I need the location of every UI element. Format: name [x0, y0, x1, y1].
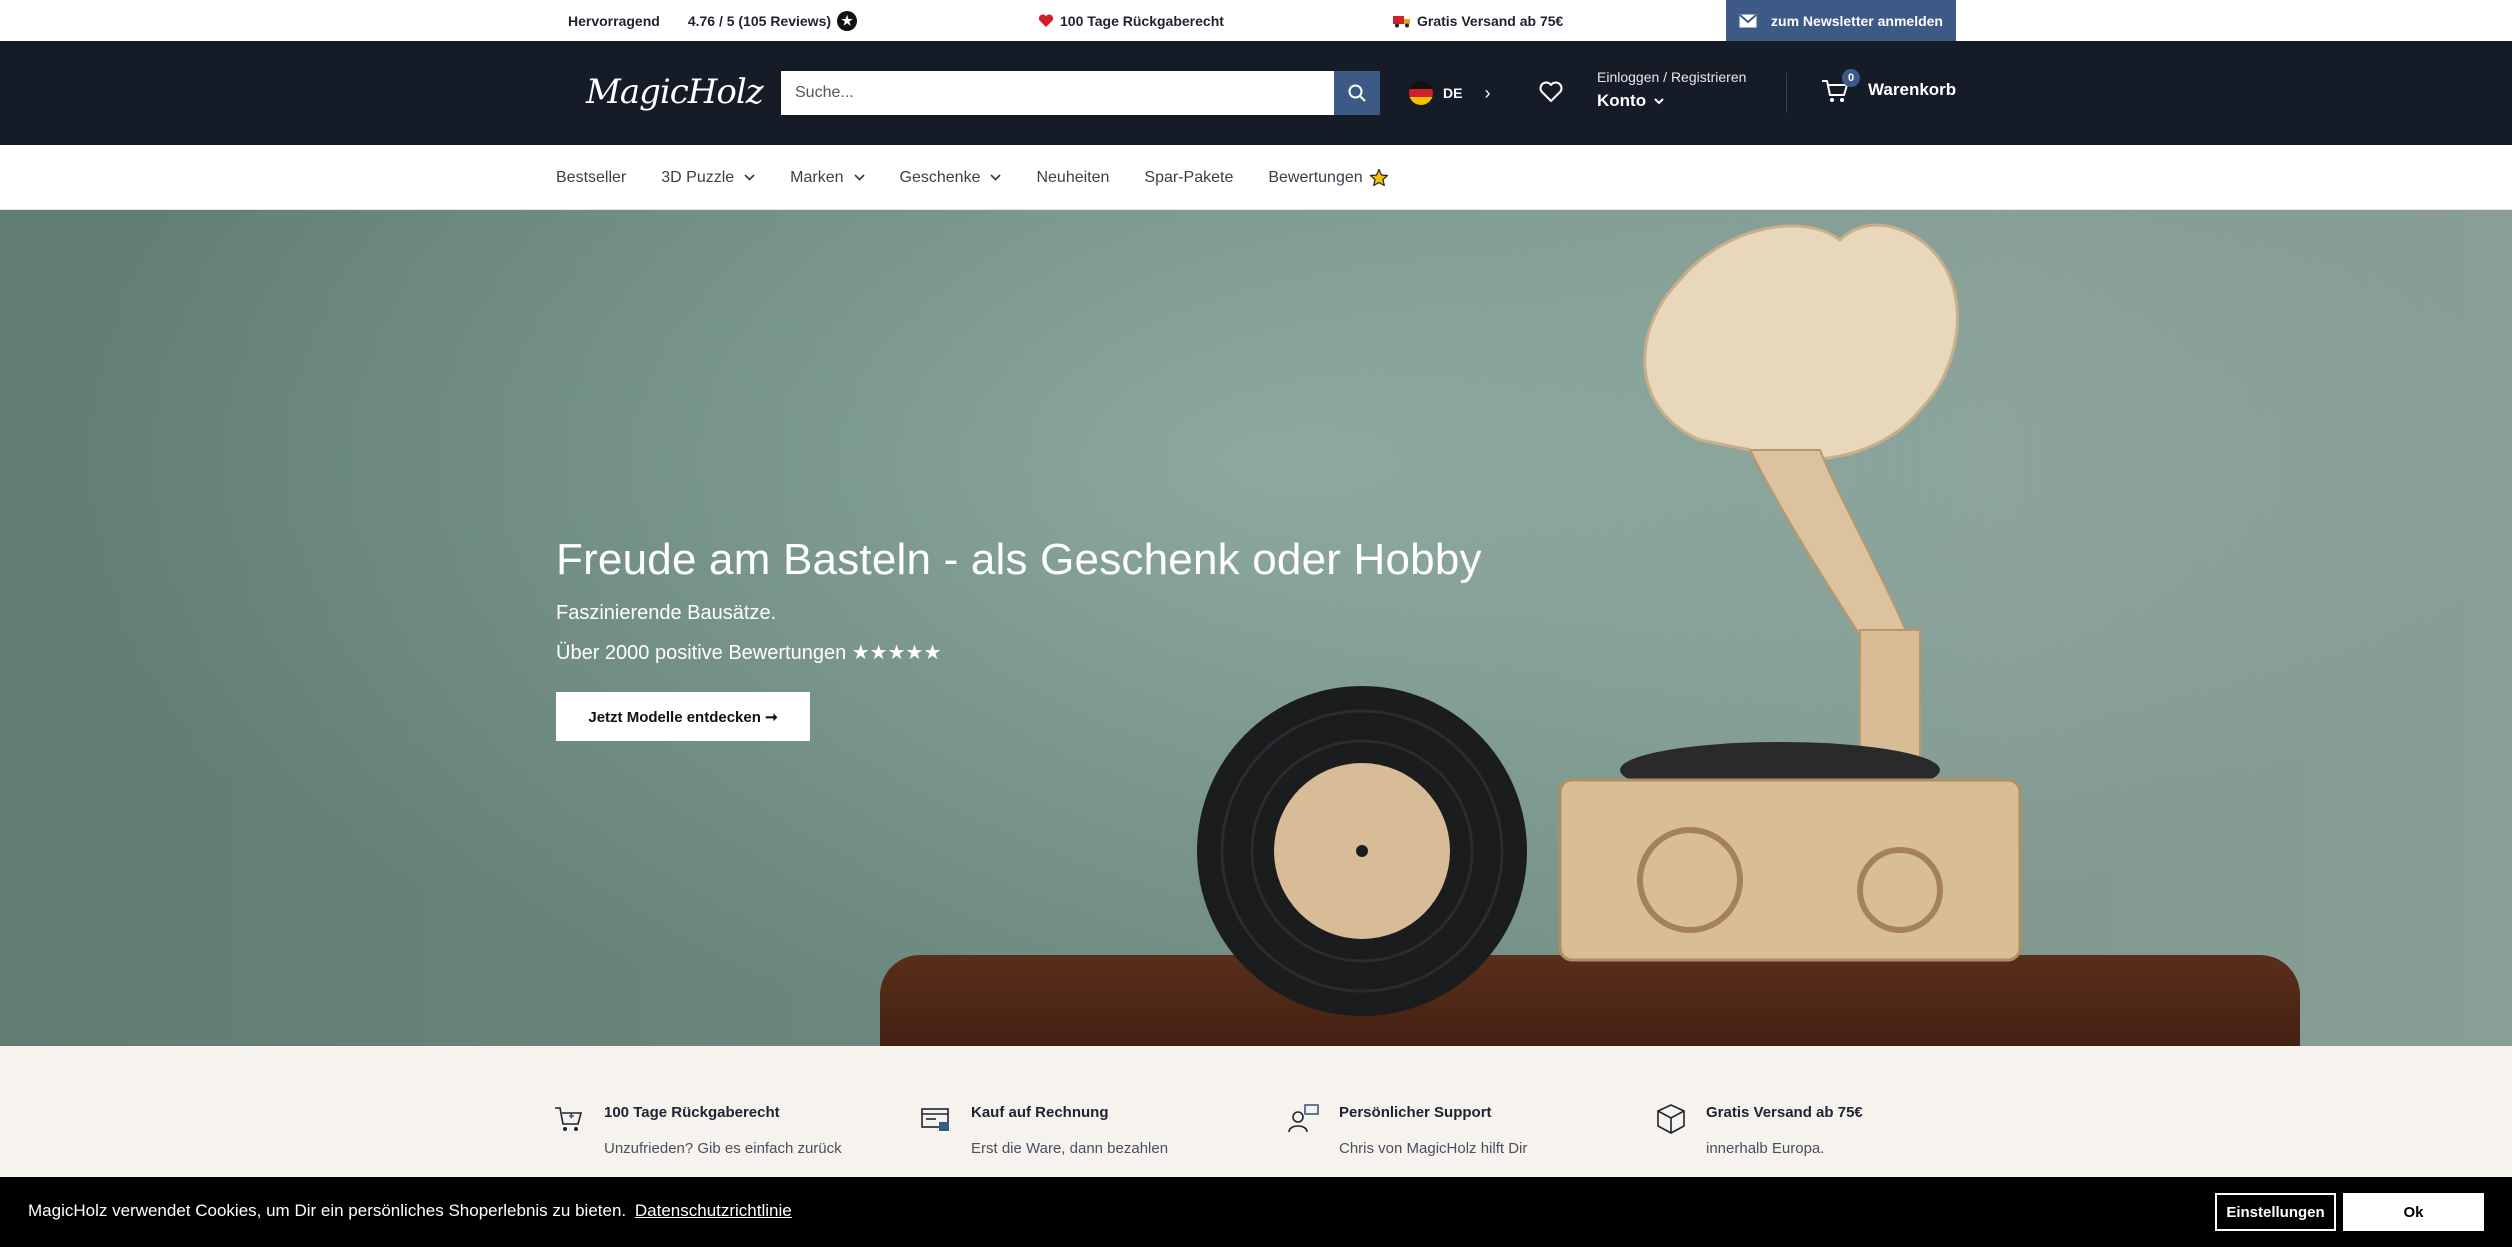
nav-item-bewertungen[interactable]: Bewertungen: [1268, 168, 1388, 188]
shipping-note: Gratis Versand ab 75€: [1393, 0, 1563, 41]
cookie-accept-button[interactable]: Ok: [2343, 1193, 2484, 1231]
nav-label: Marken: [790, 168, 844, 186]
chevron-down-icon: [744, 174, 755, 181]
hero-title: Freude am Basteln - als Geschenk oder Ho…: [556, 535, 1482, 584]
heart-icon: [1038, 13, 1054, 28]
nav-label: Geschenke: [899, 168, 981, 186]
privacy-policy-link[interactable]: Datenschutzrichtlinie: [635, 1201, 792, 1220]
feature-description: innerhalb Europa.: [1706, 1140, 1825, 1157]
mail-icon: [1739, 13, 1757, 27]
wishlist-heart-icon[interactable]: [1538, 79, 1564, 105]
invoice-icon: [921, 1108, 949, 1131]
chevron-right-icon: ›: [1484, 82, 1491, 103]
feature-description: Unzufrieden? Gib es einfach zurück: [604, 1140, 842, 1157]
newsletter-signup-button[interactable]: zum Newsletter anmelden: [1726, 0, 1956, 41]
discover-models-button[interactable]: Jetzt Modelle entdecken ➞: [556, 692, 810, 741]
hero-banner: Freude am Basteln - als Geschenk oder Ho…: [0, 210, 2512, 1046]
search-icon: [1348, 84, 1366, 102]
account-menu[interactable]: Einloggen / Registrieren Konto: [1597, 69, 1746, 111]
cart-button[interactable]: 0 Warenkorb: [1820, 69, 1957, 105]
site-logo[interactable]: MagicHolz: [586, 59, 764, 125]
rating-label: Hervorragend: [568, 12, 660, 29]
feature-title: Persönlicher Support: [1339, 1104, 1492, 1121]
newsletter-label: zum Newsletter anmelden: [1771, 12, 1943, 29]
hero-reviews-text: Über 2000 positive Bewertungen ★★★★★: [556, 642, 942, 664]
cookie-text: MagicHolz verwendet Cookies, um Dir ein …: [28, 1201, 627, 1220]
rating-widget[interactable]: Hervorragend 4.76 / 5 (105 Reviews) ★: [568, 0, 858, 41]
feature-item: Kauf auf Rechnung Erst die Ware, dann be…: [921, 1104, 1169, 1157]
feature-description: Erst die Ware, dann bezahlen: [971, 1140, 1169, 1157]
nav-item-marken[interactable]: Marken: [790, 168, 865, 187]
cart-count-badge: 0: [1842, 69, 1860, 87]
feature-item: 100 Tage Rückgaberecht Unzufrieden? Gib …: [555, 1104, 842, 1157]
nav-label: Bewertungen: [1268, 168, 1363, 186]
support-chat-icon: [1288, 1104, 1319, 1133]
chevron-down-icon: [1654, 98, 1664, 105]
nav-item-neuheiten[interactable]: Neuheiten: [1036, 169, 1109, 187]
nav-label: 3D Puzzle: [661, 168, 735, 186]
account-dropdown[interactable]: Konto: [1597, 91, 1746, 111]
main-navigation: Bestseller 3D Puzzle Marken Geschenke Ne…: [0, 145, 2512, 210]
wooden-gramophone-image: [1558, 223, 2022, 962]
account-login-link[interactable]: Einloggen / Registrieren: [1597, 69, 1746, 85]
nav-label: Neuheiten: [1036, 168, 1110, 186]
cart-label: Warenkorb: [1868, 80, 1957, 99]
cookie-text-wrap: MagicHolz verwendet Cookies, um Dir ein …: [28, 1201, 792, 1221]
nav-item-bestseller[interactable]: Bestseller: [556, 169, 626, 187]
feature-description: Chris von MagicHolz hilft Dir: [1339, 1140, 1528, 1157]
feature-item: Gratis Versand ab 75€ innerhalb Europa.: [1657, 1104, 1863, 1157]
vinyl-record-image: [1197, 686, 1527, 1016]
language-code: DE: [1443, 85, 1463, 101]
cart-return-icon: [555, 1107, 583, 1131]
announcement-bar: Hervorragend 4.76 / 5 (105 Reviews) ★ 10…: [0, 0, 2512, 41]
search-button[interactable]: [1334, 71, 1380, 115]
nav-item-spar-pakete[interactable]: Spar-Pakete: [1144, 169, 1233, 187]
feature-title: 100 Tage Rückgaberecht: [604, 1104, 780, 1121]
site-header: MagicHolz DE › Einloggen / Registrieren …: [0, 41, 2512, 145]
feature-title: Gratis Versand ab 75€: [1706, 1104, 1863, 1121]
cookie-settings-button[interactable]: Einstellungen: [2215, 1193, 2336, 1231]
search-input[interactable]: [781, 71, 1334, 115]
hero-subtitle: Faszinierende Bausätze.: [556, 602, 777, 624]
shipping-text: Gratis Versand ab 75€: [1417, 12, 1564, 29]
trusted-shops-icon: ★: [837, 10, 858, 31]
nav-label: Spar-Pakete: [1144, 168, 1234, 186]
chevron-down-icon: [990, 174, 1002, 181]
features-strip: 100 Tage Rückgaberecht Unzufrieden? Gib …: [0, 1046, 2512, 1176]
truck-icon: [1393, 14, 1411, 28]
return-policy-note: 100 Tage Rückgaberecht: [1038, 0, 1224, 41]
search-bar: [781, 71, 1380, 115]
feature-item: Persönlicher Support Chris von MagicHolz…: [1288, 1104, 1528, 1157]
nav-item-3d-puzzle[interactable]: 3D Puzzle: [661, 169, 755, 187]
cookie-banner: MagicHolz verwendet Cookies, um Dir ein …: [0, 1177, 2512, 1247]
feature-title: Kauf auf Rechnung: [971, 1104, 1109, 1121]
star-icon: [1369, 168, 1388, 186]
return-policy-text: 100 Tage Rückgaberecht: [1060, 12, 1224, 29]
nav-item-geschenke[interactable]: Geschenke: [900, 169, 1002, 187]
package-icon: [1657, 1104, 1685, 1134]
cart-icon: 0: [1820, 69, 1860, 105]
nav-label: Bestseller: [556, 168, 627, 186]
account-label: Konto: [1597, 91, 1647, 110]
language-selector[interactable]: DE ›: [1409, 79, 1490, 107]
header-divider: [1786, 73, 1787, 113]
chevron-down-icon: [853, 174, 865, 181]
rating-score: 4.76 / 5 (105 Reviews): [687, 12, 832, 29]
germany-flag-icon: [1409, 81, 1433, 105]
